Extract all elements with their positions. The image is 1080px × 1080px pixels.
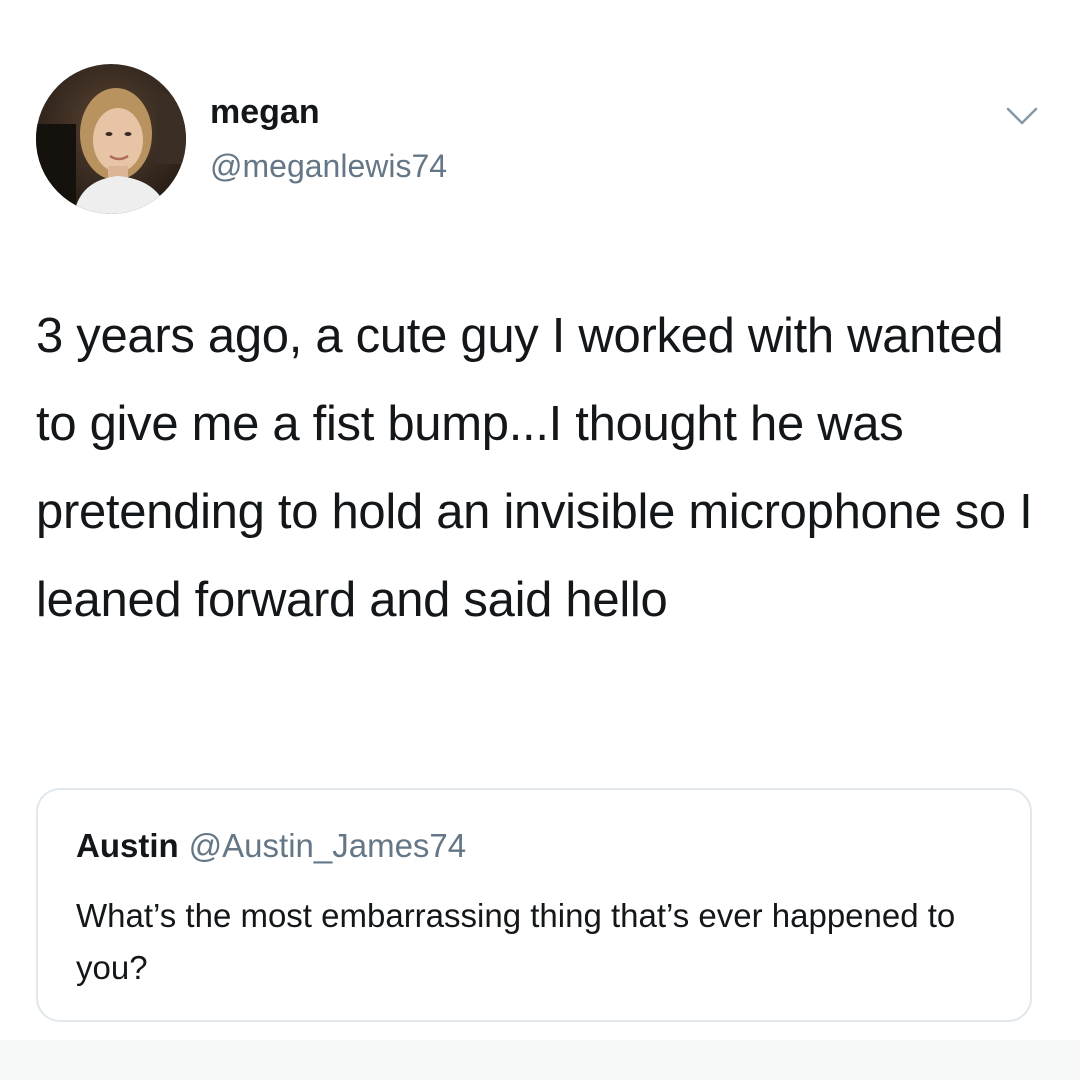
quoted-author-handle: @Austin_James74 [188, 827, 467, 864]
quoted-tweet-card[interactable]: Austin @Austin_James74 What’s the most em… [36, 788, 1032, 1022]
quoted-tweet-text: What’s the most embarrassing thing that’… [76, 897, 956, 986]
tweet-text: 3 years ago, a cute guy I worked with wa… [36, 309, 1033, 627]
avatar[interactable] [36, 64, 186, 214]
chevron-down-icon [1006, 107, 1038, 125]
author-handle: @meganlewis74 [210, 148, 448, 184]
tweet: megan @meganlewis74 3 years ago, a cute … [0, 0, 1080, 1040]
bottom-divider [0, 1040, 1080, 1080]
tweet-menu-button[interactable] [1004, 104, 1040, 128]
quoted-tweet-header: Austin @Austin_James74 [76, 826, 466, 866]
profile-photo-icon [36, 64, 186, 214]
quoted-author-display-name: Austin [76, 827, 179, 864]
author-display-name[interactable]: megan [210, 92, 320, 132]
